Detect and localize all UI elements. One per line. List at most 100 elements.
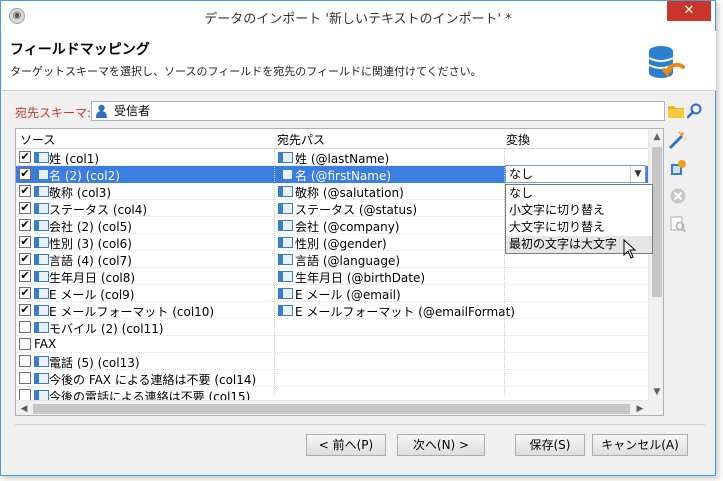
field-icon <box>278 220 293 231</box>
scroll-left-icon[interactable]: ◀ <box>16 401 32 415</box>
target-schema-label: 宛先スキーマ: <box>15 106 92 120</box>
source-field: ステータス (col4) <box>49 203 148 217</box>
scroll-right-icon[interactable]: ▶ <box>632 401 648 415</box>
field-icon <box>34 237 49 248</box>
field-icon <box>278 305 293 316</box>
destination-path: 言語 (@language) <box>295 254 401 268</box>
source-field: モバイル (2) (col11) <box>49 322 164 336</box>
destination-path: 敬称 (@salutation) <box>295 186 404 200</box>
include-checkbox[interactable]: ✔ <box>19 185 31 197</box>
destination-path: 姓 (@lastName) <box>295 152 390 166</box>
source-field: 言語 (4) (col7) <box>49 254 132 268</box>
cancel-button[interactable]: キャンセル(A) <box>592 434 688 456</box>
add-field-icon[interactable] <box>669 159 687 177</box>
source-field: 電話 (5) (col13) <box>49 356 140 370</box>
field-icon <box>34 152 49 163</box>
source-field: 性別 (3) (col6) <box>49 237 132 251</box>
include-checkbox[interactable]: ✔ <box>19 253 31 265</box>
include-checkbox[interactable] <box>19 372 31 384</box>
field-icon <box>278 288 293 299</box>
include-checkbox[interactable]: ✔ <box>19 270 31 282</box>
mapping-row[interactable]: モバイル (2) (col11) <box>16 319 648 336</box>
field-icon <box>278 152 293 163</box>
column-header-destination[interactable]: 宛先パス <box>277 131 325 148</box>
next-button[interactable]: 次へ(N) > <box>397 434 485 456</box>
chevron-down-icon[interactable]: ▼ <box>630 166 645 182</box>
field-icon <box>34 305 49 316</box>
include-checkbox[interactable]: ✔ <box>19 151 31 163</box>
column-divider <box>274 149 275 396</box>
field-icon <box>278 254 293 265</box>
include-checkbox[interactable]: ✔ <box>19 304 31 316</box>
include-checkbox[interactable]: ✔ <box>19 236 31 248</box>
scroll-up-icon[interactable]: ▲ <box>649 129 663 145</box>
source-field: FAX <box>34 337 57 351</box>
transform-select-value: なし <box>509 167 534 181</box>
window-title: データのインポート '新しいテキストのインポート' * <box>204 12 512 27</box>
field-mapping-grid: ソース 宛先パス 変換 ✔ 姓 (col1) 姓 (@lastName) ✔ 名… <box>15 128 664 416</box>
field-icon <box>278 169 293 180</box>
mapping-row[interactable]: ✔ E メール (col9) E メール (@email) <box>16 285 648 302</box>
include-checkbox[interactable]: ✔ <box>19 287 31 299</box>
scroll-thumb[interactable] <box>652 147 662 297</box>
include-checkbox[interactable] <box>19 338 31 350</box>
horizontal-scrollbar[interactable]: ◀ ▶ <box>16 400 648 415</box>
include-checkbox[interactable] <box>19 321 31 333</box>
destination-path: 生年月日 (@birthDate) <box>295 271 426 285</box>
destination-path: ステータス (@status) <box>295 203 418 217</box>
transform-option[interactable]: 大文字に切り替え <box>506 219 652 236</box>
mapping-row[interactable]: ✔ E メールフォーマット (col10) E メールフォーマット (@emai… <box>16 302 648 319</box>
save-button[interactable]: 保存(S) <box>515 434 585 456</box>
mapping-row[interactable]: FAX <box>16 336 648 353</box>
grid-header: ソース 宛先パス 変換 <box>16 129 648 149</box>
column-header-source[interactable]: ソース <box>20 131 55 148</box>
title-bar[interactable]: ◉ データのインポート '新しいテキストのインポート' * ✕ <box>1 1 715 31</box>
folder-icon[interactable] <box>668 104 684 118</box>
mapping-row[interactable]: ✔ 生年月日 (col8) 生年月日 (@birthDate) <box>16 268 648 285</box>
field-icon <box>34 169 49 180</box>
include-checkbox[interactable]: ✔ <box>19 168 31 180</box>
column-header-transform[interactable]: 変換 <box>506 131 530 148</box>
mapping-row[interactable]: 今後の FAX による連絡は不要 (col14) <box>16 370 648 387</box>
mapping-row[interactable]: 電話 (5) (col13) <box>16 353 648 370</box>
database-import-icon <box>648 46 685 78</box>
include-checkbox[interactable]: ✔ <box>19 219 31 231</box>
field-icon <box>34 186 49 197</box>
scroll-thumb[interactable] <box>33 404 630 414</box>
include-checkbox[interactable]: ✔ <box>19 202 31 214</box>
field-icon <box>34 203 49 214</box>
footer-separator <box>15 424 705 425</box>
prev-button[interactable]: < 前へ(P) <box>306 434 386 456</box>
delete-icon[interactable] <box>669 187 687 205</box>
field-icon <box>278 203 293 214</box>
destination-path: E メールフォーマット (@emailFormat) <box>295 305 515 319</box>
vertical-scrollbar[interactable]: ▲ ▼ <box>648 129 663 400</box>
source-field: 名 (2) (col2) <box>49 169 120 183</box>
destination-path: E メール (@email) <box>295 288 401 302</box>
destination-path: 会社 (@company) <box>295 220 400 234</box>
source-field: 生年月日 (col8) <box>49 271 136 285</box>
source-field: 今後の FAX による連絡は不要 (col14) <box>49 373 257 387</box>
field-icon <box>34 254 49 265</box>
close-button[interactable]: ✕ <box>667 1 711 21</box>
target-schema-field[interactable]: 受信者 <box>91 101 665 121</box>
step-subtitle: ターゲットスキーマを選択し、ソースのフィールドを宛先のフィールドに関連付けてくだ… <box>10 65 482 78</box>
include-checkbox[interactable] <box>19 355 31 367</box>
field-icon <box>278 271 293 282</box>
field-icon <box>278 186 293 197</box>
detail-icon[interactable] <box>669 215 687 233</box>
destination-path: 名 (@firstName) <box>295 169 392 183</box>
field-icon <box>34 220 49 231</box>
mapping-row[interactable]: ✔ 姓 (col1) 姓 (@lastName) <box>16 149 648 166</box>
magic-wand-icon[interactable] <box>669 131 687 149</box>
transform-option[interactable]: なし <box>506 185 652 202</box>
field-icon <box>34 288 49 299</box>
transform-option[interactable]: 小文字に切り替え <box>506 202 652 219</box>
scroll-down-icon[interactable]: ▼ <box>649 384 663 400</box>
wizard-header: フィールドマッピング ターゲットスキーマを選択し、ソースのフィールドを宛先のフィ… <box>2 31 716 91</box>
destination-path: 性別 (@gender) <box>295 237 387 251</box>
transform-select[interactable]: なし ▼ <box>505 165 646 183</box>
source-field: E メール (col9) <box>49 288 135 302</box>
field-icon <box>34 322 49 333</box>
search-icon[interactable] <box>687 103 703 119</box>
